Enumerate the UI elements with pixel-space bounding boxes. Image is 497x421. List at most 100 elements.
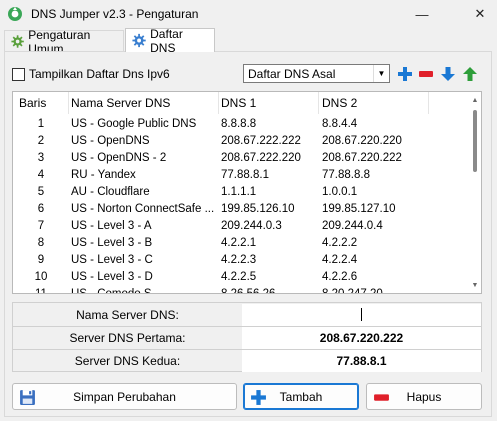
dns2-cell: 4.2.2.2 [322,236,358,249]
row-number-cell: 4 [37,168,45,181]
dns2-cell: 208.67.220.220 [322,134,402,147]
column-divider [218,92,219,114]
server-name-cell: AU - Cloudflare [71,185,150,198]
ipv6-toggle[interactable]: Tampilkan Daftar Dns Ipv6 [12,67,170,81]
floppy-disk-icon [19,389,35,405]
dns1-cell: 4.2.2.1 [221,236,257,249]
chevron-down-icon[interactable]: ▼ [373,65,389,82]
table-row[interactable]: 10 US - Level 3 - D 4.2.2.5 4.2.2.6 [13,268,471,285]
column-divider [428,92,429,114]
dns-edit-form: Nama Server DNS: Server DNS Pertama: 208… [12,302,482,372]
form-row-secondary: Server DNS Kedua: 77.88.8.1 [13,349,481,372]
table-row[interactable]: 3 US - OpenDNS - 2 208.67.222.220 208.67.22… [13,149,471,166]
save-changes-button[interactable]: Simpan Perubahan [12,383,237,410]
primary-dns-label: Server DNS Pertama: [69,330,186,345]
dns2-cell: 209.244.0.4 [322,219,383,232]
table-row[interactable]: 4 RU - Yandex 77.88.8.1 77.88.8.8 [13,166,471,183]
delete-button[interactable]: Hapus [366,383,482,410]
app-logo-icon [8,7,22,21]
dns1-cell: 209.244.0.3 [221,219,282,232]
form-row-name: Nama Server DNS: [13,303,481,327]
tab-strip: Pengaturan Umum Daftar DNS [0,26,497,56]
gear-icon [132,33,146,48]
dns-list-select[interactable]: Daftar DNS Asal ▼ [243,64,390,83]
dns1-cell: 8.26.56.26 [221,287,276,294]
add-button[interactable]: Tambah [243,383,359,410]
minimize-button[interactable]: — [407,0,437,28]
row-number-cell: 5 [37,185,45,198]
table-header: Baris Nama Server DNS DNS 1 DNS 2 [13,92,471,114]
scrollbar-thumb[interactable] [473,110,477,172]
row-number-cell: 2 [37,134,45,147]
tab-label: Daftar DNS [150,26,183,55]
table-row[interactable]: 2 US - OpenDNS 208.67.222.222 208.67.220.22… [13,132,471,149]
server-name-cell: US - Level 3 - A [71,219,152,232]
add-entry-button[interactable] [396,65,414,83]
arrow-up-icon [463,67,477,81]
minus-icon [419,71,433,77]
dns1-cell: 4.2.2.3 [221,253,257,266]
server-name-cell: US - OpenDNS - 2 [71,151,167,164]
row-number-cell: 1 [37,117,45,130]
close-button[interactable]: ✕ [465,0,495,28]
dns1-cell: 199.85.126.10 [221,202,295,215]
column-header-name[interactable]: Nama Server DNS [69,96,219,110]
arrow-down-icon [441,67,455,81]
secondary-dns-input[interactable]: 77.88.8.1 [242,349,481,372]
server-name-input[interactable] [242,303,481,326]
dns1-cell: 4.2.2.5 [221,270,257,283]
dns2-cell: 1.0.0.1 [322,185,358,198]
dns1-cell: 208.67.222.220 [221,151,301,164]
table-row[interactable]: 5 AU - Cloudflare 1.1.1.1 1.0.0.1 [13,183,471,200]
dns2-cell: 4.2.2.4 [322,253,358,266]
server-name-cell: RU - Yandex [71,168,136,181]
dns2-cell: 8.20.247.20 [322,287,383,294]
dns1-cell: 1.1.1.1 [221,185,257,198]
row-number-cell: 6 [37,202,45,215]
row-number-cell: 8 [37,236,45,249]
scroll-down-icon[interactable]: ▼ [469,279,481,291]
vertical-scrollbar[interactable]: ▲ ▼ [469,92,481,293]
ipv6-checkbox[interactable] [12,67,25,81]
server-name-label: Nama Server DNS: [76,307,179,322]
column-header-dns2[interactable]: DNS 2 [320,96,430,110]
column-header-row-number[interactable]: Baris [13,96,69,110]
table-row[interactable]: 7 US - Level 3 - A 209.244.0.3 209.244.0.4 [13,217,471,234]
row-number-cell: 11 [35,287,47,294]
dns2-cell: 208.67.220.222 [322,151,402,164]
table-row[interactable]: 6 US - Norton ConnectSafe ... 199.85.126.1… [13,200,471,217]
plus-icon [250,389,266,405]
table-row[interactable]: 1 US - Google Public DNS 8.8.8.8 8.8.4.4 [13,115,471,132]
tab-dns-list[interactable]: Daftar DNS [125,26,215,55]
table-row[interactable]: 9 US - Level 3 - C 4.2.2.3 4.2.2.4 [13,251,471,268]
title-bar: DNS Jumper v2.3 - Pengaturan — ✕ [0,0,497,28]
table-row[interactable]: 11 US - Comodo S... 8.26.56.26 8.20.247.20 [13,285,471,294]
ipv6-label: Tampilkan Daftar Dns Ipv6 [29,67,170,81]
column-divider [68,92,69,114]
tab-general-settings[interactable]: Pengaturan Umum [4,28,124,56]
primary-dns-input[interactable]: 208.67.220.222 [242,326,481,349]
scroll-up-icon[interactable]: ▲ [469,94,481,106]
move-up-button[interactable] [461,65,479,83]
row-number-cell: 10 [34,270,48,283]
window-title: DNS Jumper v2.3 - Pengaturan [31,7,199,21]
move-down-button[interactable] [439,65,457,83]
dns-list-select-value: Daftar DNS Asal [248,66,336,81]
column-header-dns1[interactable]: DNS 1 [219,96,320,110]
remove-entry-button[interactable] [417,65,435,83]
table-row[interactable]: 8 US - Level 3 - B 4.2.2.1 4.2.2.2 [13,234,471,251]
server-name-cell: US - Google Public DNS [71,117,197,130]
dns1-cell: 208.67.222.222 [221,134,301,147]
plus-icon [398,67,412,81]
minus-icon [373,393,389,401]
server-name-cell: US - Comodo S... [71,287,162,294]
text-cursor [361,308,362,321]
form-row-primary: Server DNS Pertama: 208.67.220.222 [13,326,481,350]
server-name-cell: US - Norton ConnectSafe ... [71,202,215,215]
server-name-cell: US - OpenDNS [71,134,150,147]
row-number-cell: 7 [37,219,45,232]
save-changes-label: Simpan Perubahan [73,389,176,404]
column-divider [318,92,319,114]
dns-server-table[interactable]: Baris Nama Server DNS DNS 1 DNS 2 1 US - … [12,91,482,294]
secondary-dns-label: Server DNS Kedua: [74,353,181,368]
